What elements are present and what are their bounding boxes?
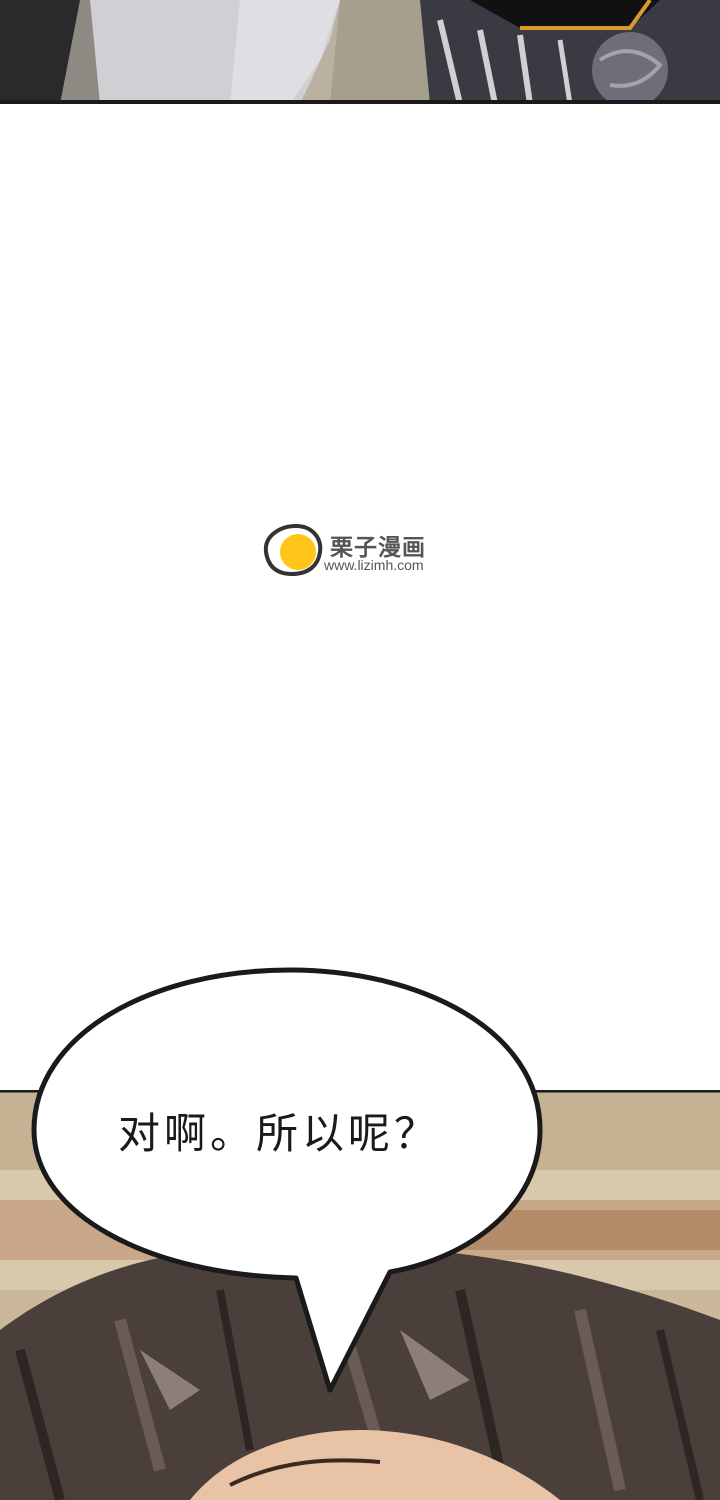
site-watermark: 栗子漫画 www.lizimh.com — [258, 520, 448, 582]
watermark-url: www.lizimh.com — [324, 557, 424, 573]
top-panel-artwork — [0, 0, 720, 104]
chestnut-logo-icon — [263, 523, 323, 577]
speech-bubble — [0, 960, 720, 1420]
comic-page: 栗子漫画 www.lizimh.com 对啊。所以呢？ — [0, 0, 720, 1500]
speech-bubble-text: 对啊。所以呢？ — [118, 1109, 441, 1158]
